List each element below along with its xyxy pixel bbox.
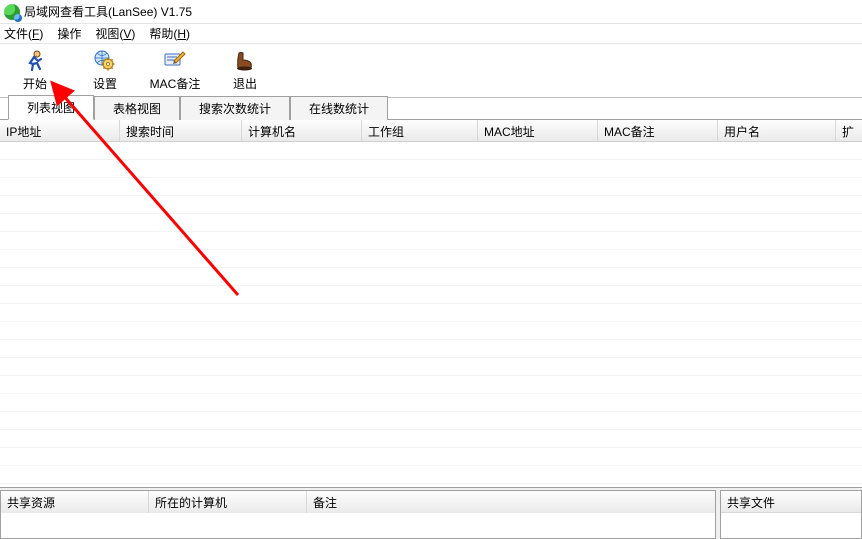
menu-action[interactable]: 操作 bbox=[57, 25, 81, 42]
tab-search-stats[interactable]: 搜索次数统计 bbox=[180, 96, 290, 120]
table-row bbox=[0, 268, 862, 286]
menu-view-pre: 视图( bbox=[95, 27, 123, 41]
table-row bbox=[0, 160, 862, 178]
start-label: 开始 bbox=[23, 75, 47, 92]
share-file-header[interactable]: 共享文件 bbox=[721, 491, 861, 513]
table-row bbox=[0, 214, 862, 232]
table-row bbox=[0, 196, 862, 214]
titlebar: 局域网查看工具(LanSee) V1.75 bbox=[0, 0, 862, 24]
table-row bbox=[0, 358, 862, 376]
bottom-panels: 共享资源 所在的计算机 备注 共享文件 bbox=[0, 488, 862, 539]
tab-list-view[interactable]: 列表视图 bbox=[8, 95, 94, 120]
globe-gear-icon bbox=[93, 49, 117, 73]
col-share-resource[interactable]: 共享资源 bbox=[1, 491, 149, 513]
menubar: 文件(F) 操作 视图(V) 帮助(H) bbox=[0, 24, 862, 44]
boot-exit-icon bbox=[233, 49, 257, 73]
col-mac-remark[interactable]: MAC备注 bbox=[598, 120, 718, 141]
tab-online-stats[interactable]: 在线数统计 bbox=[290, 96, 388, 120]
toolbar: 开始 设置 bbox=[0, 44, 862, 98]
listview-body[interactable] bbox=[0, 142, 862, 487]
menu-view-post: ) bbox=[131, 27, 135, 41]
mac-remark-label: MAC备注 bbox=[150, 75, 201, 92]
mac-remark-button[interactable]: MAC备注 bbox=[140, 44, 210, 97]
window-title: 局域网查看工具(LanSee) V1.75 bbox=[24, 3, 192, 20]
tabstrip: 列表视图 表格视图 搜索次数统计 在线数统计 bbox=[0, 98, 862, 120]
table-row bbox=[0, 466, 862, 484]
listview-header: IP地址 搜索时间 计算机名 工作组 MAC地址 MAC备注 用户名 扩 bbox=[0, 120, 862, 142]
col-workgroup[interactable]: 工作组 bbox=[362, 120, 478, 141]
menu-help-mnemonic: H bbox=[177, 27, 186, 41]
table-row bbox=[0, 232, 862, 250]
col-remark[interactable]: 备注 bbox=[307, 491, 715, 513]
menu-file[interactable]: 文件(F) bbox=[4, 25, 43, 42]
table-row bbox=[0, 448, 862, 466]
share-resource-panel[interactable]: 共享资源 所在的计算机 备注 bbox=[0, 490, 716, 539]
card-pencil-icon bbox=[163, 49, 187, 73]
menu-help[interactable]: 帮助(H) bbox=[149, 25, 190, 42]
table-row bbox=[0, 142, 862, 160]
table-row bbox=[0, 178, 862, 196]
table-row bbox=[0, 286, 862, 304]
settings-label: 设置 bbox=[93, 75, 117, 92]
share-resource-header: 共享资源 所在的计算机 备注 bbox=[1, 491, 715, 513]
col-ip[interactable]: IP地址 bbox=[0, 120, 120, 141]
table-row bbox=[0, 304, 862, 322]
main-listview[interactable]: IP地址 搜索时间 计算机名 工作组 MAC地址 MAC备注 用户名 扩 bbox=[0, 120, 862, 488]
table-row bbox=[0, 322, 862, 340]
col-host-computer[interactable]: 所在的计算机 bbox=[149, 491, 307, 513]
col-username[interactable]: 用户名 bbox=[718, 120, 836, 141]
start-button[interactable]: 开始 bbox=[0, 44, 70, 97]
app-icon bbox=[4, 4, 20, 20]
col-computer-name[interactable]: 计算机名 bbox=[242, 120, 362, 141]
table-row bbox=[0, 376, 862, 394]
share-file-panel[interactable]: 共享文件 bbox=[720, 490, 862, 539]
run-man-icon bbox=[23, 49, 47, 73]
exit-label: 退出 bbox=[233, 75, 257, 92]
table-row bbox=[0, 412, 862, 430]
menu-help-post: ) bbox=[186, 27, 190, 41]
table-row bbox=[0, 430, 862, 448]
table-row bbox=[0, 250, 862, 268]
exit-button[interactable]: 退出 bbox=[210, 44, 280, 97]
settings-button[interactable]: 设置 bbox=[70, 44, 140, 97]
table-row bbox=[0, 340, 862, 358]
col-extra[interactable]: 扩 bbox=[836, 120, 862, 141]
tab-table-view[interactable]: 表格视图 bbox=[94, 96, 180, 120]
menu-help-pre: 帮助( bbox=[149, 27, 177, 41]
table-row bbox=[0, 394, 862, 412]
col-mac[interactable]: MAC地址 bbox=[478, 120, 598, 141]
col-search-time[interactable]: 搜索时间 bbox=[120, 120, 242, 141]
menu-file-post: ) bbox=[39, 27, 43, 41]
menu-file-pre: 文件( bbox=[4, 27, 32, 41]
menu-view[interactable]: 视图(V) bbox=[95, 25, 135, 42]
